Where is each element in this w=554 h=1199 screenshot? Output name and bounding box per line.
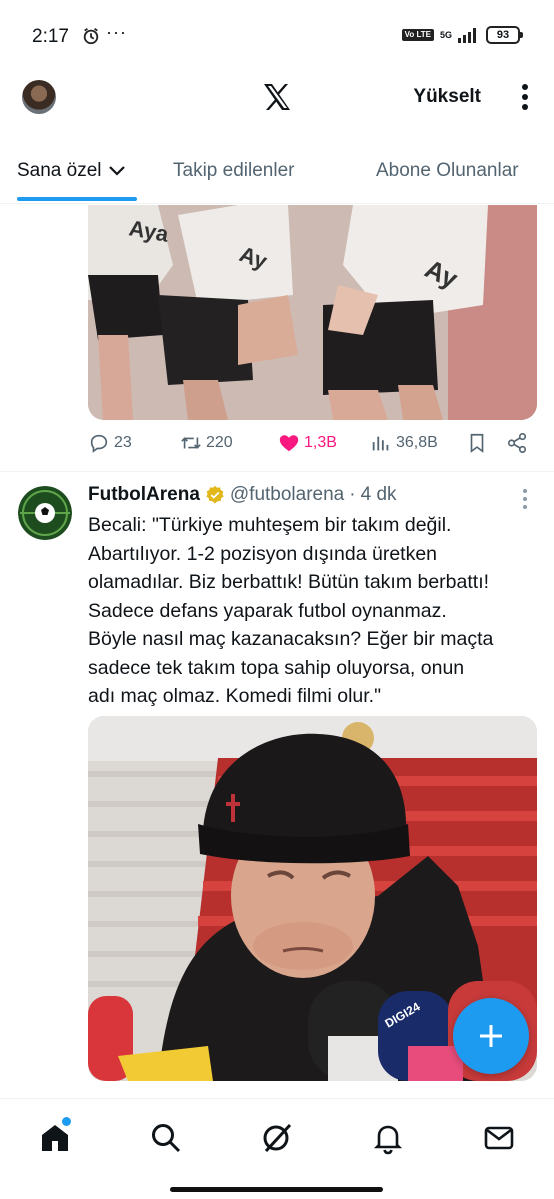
views-icon xyxy=(372,436,389,451)
volte-badge: Vo LTE xyxy=(401,29,434,41)
chevron-down-icon[interactable] xyxy=(108,165,126,177)
tweet-actions: 23 220 1,3B 36,8B xyxy=(88,432,537,460)
profile-avatar[interactable] xyxy=(22,80,56,114)
tweet-text[interactable]: Becali: "Türkiye muhteşem bir takım deği… xyxy=(88,511,538,711)
reply-icon xyxy=(90,434,108,453)
soccer-ball-logo-icon xyxy=(18,486,72,540)
reply-button[interactable]: 23 xyxy=(88,432,132,454)
unread-dot xyxy=(62,1117,71,1126)
repost-icon xyxy=(181,437,201,449)
views-count: 36,8B xyxy=(396,434,438,451)
tweet-time[interactable]: 4 dk xyxy=(361,484,397,506)
signal-icon xyxy=(458,28,476,43)
network-type: 5G xyxy=(439,29,452,40)
tweet-text-line: Abartılıyor. 1-2 pozisyon dışında üretke… xyxy=(88,542,438,565)
like-button[interactable]: 1,3B xyxy=(278,432,337,454)
tweet-text-line: Böyle nasıl maç kazanacaksın? Eğer bir m… xyxy=(88,628,494,650)
tweet-text-line: Sadece defans yaparak futbol oynanmaz. xyxy=(88,599,447,622)
tweet-image-football-players[interactable]: Aya Ay Ay xyxy=(88,205,537,420)
tab-label: Sana özel xyxy=(17,160,102,181)
bookmark-button[interactable] xyxy=(466,432,488,454)
grok-icon[interactable] xyxy=(260,1121,294,1155)
repost-button[interactable]: 220 xyxy=(180,432,233,454)
author-name[interactable]: FutbolArena xyxy=(88,484,200,506)
home-indicator xyxy=(170,1187,383,1192)
clock: 2:17 xyxy=(32,26,69,47)
repost-count: 220 xyxy=(206,434,233,451)
alarm-icon xyxy=(83,28,99,45)
search-icon[interactable] xyxy=(149,1121,183,1155)
tweet-text-line: olamadılar. Biz berbattık! Bütün takım b… xyxy=(88,571,490,593)
author-handle[interactable]: @futbolarena xyxy=(230,484,344,506)
tab-subscribed[interactable]: Abone Olunanlar xyxy=(376,160,519,182)
share-button[interactable] xyxy=(506,432,528,454)
more-options-icon[interactable] xyxy=(520,82,530,112)
tweet-divider xyxy=(0,471,554,472)
bottom-navigation xyxy=(0,1098,554,1199)
reply-count: 23 xyxy=(114,434,132,451)
bookmark-icon xyxy=(470,433,484,453)
players-photo: Aya Ay Ay xyxy=(88,205,537,420)
home-icon[interactable] xyxy=(38,1121,72,1155)
tweet-text-line: Becali: "Türkiye muhteşem bir takım deği… xyxy=(88,514,452,536)
like-count: 1,3B xyxy=(304,434,337,451)
app-header: Yükselt xyxy=(0,72,554,124)
plus-icon xyxy=(480,1025,502,1047)
upgrade-button[interactable]: Yükselt xyxy=(413,86,481,108)
meta-separator: · xyxy=(349,484,356,505)
views-button[interactable]: 36,8B xyxy=(370,432,438,454)
tweet-text-line: sadece tek takım topa sahip oluyorsa, on… xyxy=(88,656,465,679)
battery-indicator: 93 xyxy=(486,26,523,44)
author-avatar[interactable] xyxy=(18,486,72,540)
tweet-header: FutbolArena @futbolarena · 4 dk xyxy=(88,484,397,506)
more-status-icon: ··· xyxy=(106,22,127,42)
x-logo-icon[interactable] xyxy=(262,82,292,112)
active-tab-indicator xyxy=(17,197,137,201)
tab-label: Takip edilenler xyxy=(173,160,295,181)
tweet-more-icon[interactable] xyxy=(518,488,532,510)
tab-following[interactable]: Takip edilenler xyxy=(173,160,294,182)
heart-filled-icon xyxy=(279,435,299,452)
tab-label: Abone Olunanlar xyxy=(376,160,519,181)
share-icon xyxy=(507,433,527,453)
messages-icon[interactable] xyxy=(482,1121,516,1155)
timeline-tabs: Sana özel Takip edilenler Abone Olunanla… xyxy=(0,124,554,204)
notifications-icon[interactable] xyxy=(371,1121,405,1155)
verified-badge-icon xyxy=(206,485,224,504)
tab-for-you[interactable]: Sana özel xyxy=(17,160,126,182)
compose-button[interactable] xyxy=(453,998,529,1074)
status-right: Vo LTE 5G 93 xyxy=(401,26,523,44)
tweet-text-line: adı maç olmaz. Komedi filmi olur." xyxy=(88,685,382,707)
status-bar: 2:17 ··· Vo LTE 5G 93 xyxy=(0,0,554,72)
